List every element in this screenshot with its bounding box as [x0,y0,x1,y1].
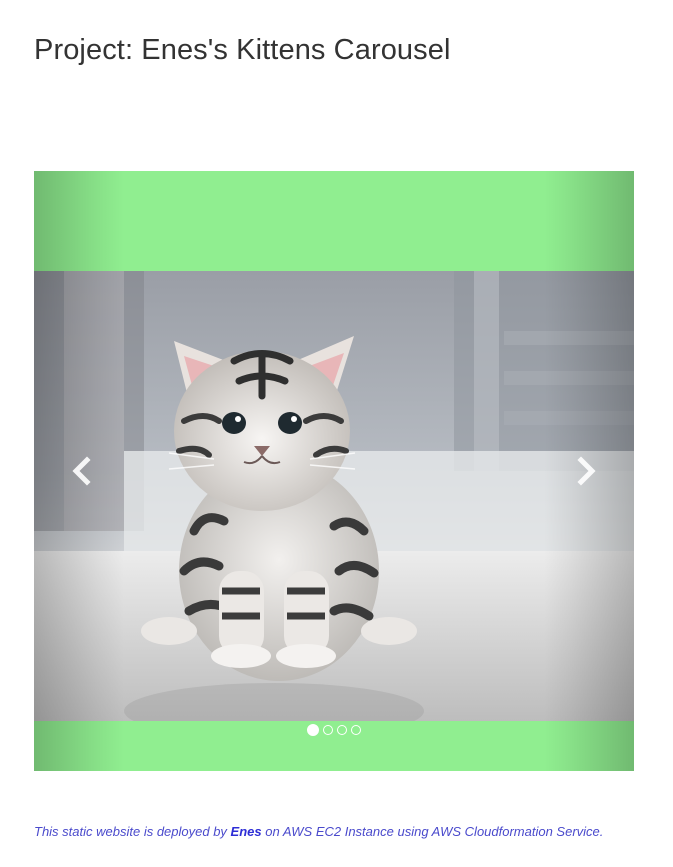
carousel-next-button[interactable] [544,171,634,771]
chevron-left-icon [72,456,91,486]
page-title: Project: Enes's Kittens Carousel [34,34,451,66]
chevron-right-icon [577,456,596,486]
kitten-carousel [34,171,634,771]
carousel-indicator-2[interactable] [323,725,333,735]
footer-author: Enes [230,824,262,839]
carousel-prev-button[interactable] [34,171,124,771]
deployment-note: This static website is deployed by Enes … [34,822,634,842]
carousel-indicator-3[interactable] [337,725,347,735]
carousel-indicator-4[interactable] [351,725,361,735]
carousel-indicator-1[interactable] [307,724,319,736]
footer-text-before: This static website is deployed by [34,824,231,839]
carousel-indicators [34,723,634,737]
footer-text-after: on AWS EC2 Instance using AWS Cloudforma… [261,824,604,839]
